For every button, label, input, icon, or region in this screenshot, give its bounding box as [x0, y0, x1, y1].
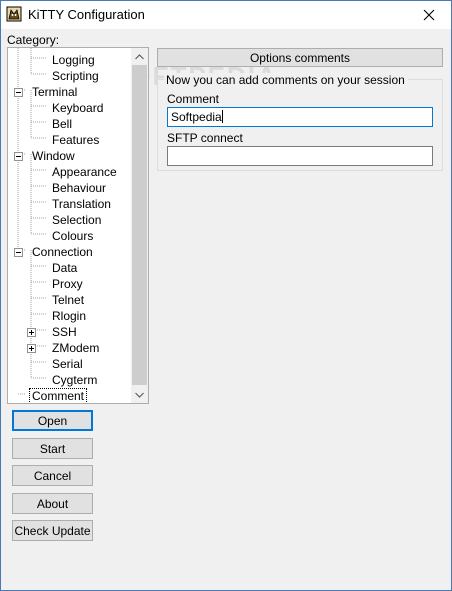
- tree-item-label: Appearance: [52, 165, 117, 179]
- tree-scrollbar[interactable]: [131, 48, 148, 403]
- category-tree[interactable]: Logging Scripting Terminal Keyboard Bell Feat…: [7, 47, 149, 404]
- tree-item-label: Keyboard: [52, 101, 104, 115]
- collapse-icon[interactable]: [14, 88, 23, 97]
- tree-item-label: Behaviour: [52, 181, 107, 195]
- collapse-icon[interactable]: [14, 152, 23, 161]
- expander-minus-bar: [16, 92, 21, 93]
- tree-item-cygterm[interactable]: Cygterm: [50, 372, 99, 388]
- tree-item-appearance[interactable]: Appearance: [50, 164, 119, 180]
- tree-item-label: Connection: [32, 245, 93, 259]
- tree-item-label: Scripting: [52, 69, 99, 83]
- tree-item-label: Telnet: [52, 293, 85, 307]
- expand-icon[interactable]: [27, 328, 36, 337]
- tree-item-label: Comment: [28, 388, 88, 403]
- tree-item-label: Bell: [52, 117, 73, 131]
- tree-item-connection[interactable]: Connection: [30, 244, 95, 260]
- tree-item-data[interactable]: Data: [50, 260, 79, 276]
- scroll-down-arrow-icon: [135, 392, 144, 398]
- tree-item-label: Proxy: [52, 277, 83, 291]
- tree-item-ssh[interactable]: SSH: [50, 324, 79, 340]
- tree-item-terminal[interactable]: Terminal: [30, 84, 79, 100]
- tree-item-window[interactable]: Window: [30, 148, 77, 164]
- expand-icon[interactable]: [27, 344, 36, 353]
- tree-item-behaviour[interactable]: Behaviour: [50, 180, 108, 196]
- tree-item-rlogin[interactable]: Rlogin: [50, 308, 88, 324]
- scroll-thumb[interactable]: [132, 65, 147, 385]
- comment-label: Comment: [167, 92, 220, 106]
- tree-item-proxy[interactable]: Proxy: [50, 276, 85, 292]
- expander-minus-bar: [16, 156, 21, 157]
- tree-item-label: Translation: [52, 197, 111, 211]
- tree-item-label: Features: [52, 133, 100, 147]
- sftp-connect-input[interactable]: [167, 146, 433, 166]
- tree-item-label: Terminal: [32, 85, 78, 99]
- expander-plus-bar: [31, 330, 32, 335]
- open-button[interactable]: Open: [12, 410, 93, 431]
- scroll-up-arrow-icon: [135, 53, 144, 59]
- tree-item-scripting[interactable]: Scripting: [50, 68, 101, 84]
- close-icon: [423, 9, 435, 21]
- tree-item-label: Data: [52, 261, 78, 275]
- collapse-icon[interactable]: [14, 248, 23, 257]
- kitty-cat-icon: [6, 6, 22, 22]
- comment-input[interactable]: Softpedia: [167, 107, 433, 127]
- cancel-button[interactable]: Cancel: [12, 465, 93, 486]
- tree-item-colours[interactable]: Colours: [50, 228, 95, 244]
- tree-item-telnet[interactable]: Telnet: [50, 292, 86, 308]
- tree-item-label: Cygterm: [52, 373, 98, 387]
- options-comments-header: Options comments: [157, 48, 443, 67]
- close-button[interactable]: [407, 1, 451, 29]
- about-button[interactable]: About: [12, 493, 93, 514]
- comment-input-value: Softpedia: [171, 110, 222, 124]
- category-label: Category:: [7, 33, 60, 47]
- tree-item-label: Logging: [52, 53, 95, 67]
- kitty-configuration-window: KiTTY Configuration SOFTPEDIA Category: …: [0, 0, 452, 591]
- tree-item-label: SSH: [52, 325, 77, 339]
- tree-items: Logging Scripting Terminal Keyboard Bell Feat…: [8, 50, 130, 403]
- tree-item-label: Colours: [52, 229, 94, 243]
- tree-item-label: ZModem: [52, 341, 100, 355]
- tree-item-features[interactable]: Features: [50, 132, 101, 148]
- tree-item-logging[interactable]: Logging: [50, 52, 97, 68]
- sftp-connect-label: SFTP connect: [167, 131, 243, 145]
- tree-item-translation[interactable]: Translation: [50, 196, 113, 212]
- start-button[interactable]: Start: [12, 438, 93, 459]
- expander-plus-bar: [31, 346, 32, 351]
- tree-item-label: Serial: [52, 357, 83, 371]
- tree-item-selection[interactable]: Selection: [50, 212, 103, 228]
- expander-minus-bar: [16, 252, 21, 253]
- tree-item-comment[interactable]: Comment: [28, 388, 88, 403]
- check-update-button[interactable]: Check Update: [12, 520, 93, 541]
- tree-item-bell[interactable]: Bell: [50, 116, 74, 132]
- scroll-up-button[interactable]: [131, 48, 148, 65]
- tree-item-keyboard[interactable]: Keyboard: [50, 100, 105, 116]
- title-bar[interactable]: KiTTY Configuration: [1, 1, 451, 29]
- window-title: KiTTY Configuration: [28, 7, 145, 22]
- group-title: Now you can add comments on your session: [164, 73, 408, 87]
- tree-item-serial[interactable]: Serial: [50, 356, 85, 372]
- text-caret: [221, 110, 223, 123]
- scroll-down-button[interactable]: [131, 386, 148, 403]
- tree-item-label: Window: [32, 149, 75, 163]
- tree-item-label: Rlogin: [52, 309, 87, 323]
- tree-item-label: Selection: [52, 213, 102, 227]
- tree-item-zmodem[interactable]: ZModem: [50, 340, 101, 356]
